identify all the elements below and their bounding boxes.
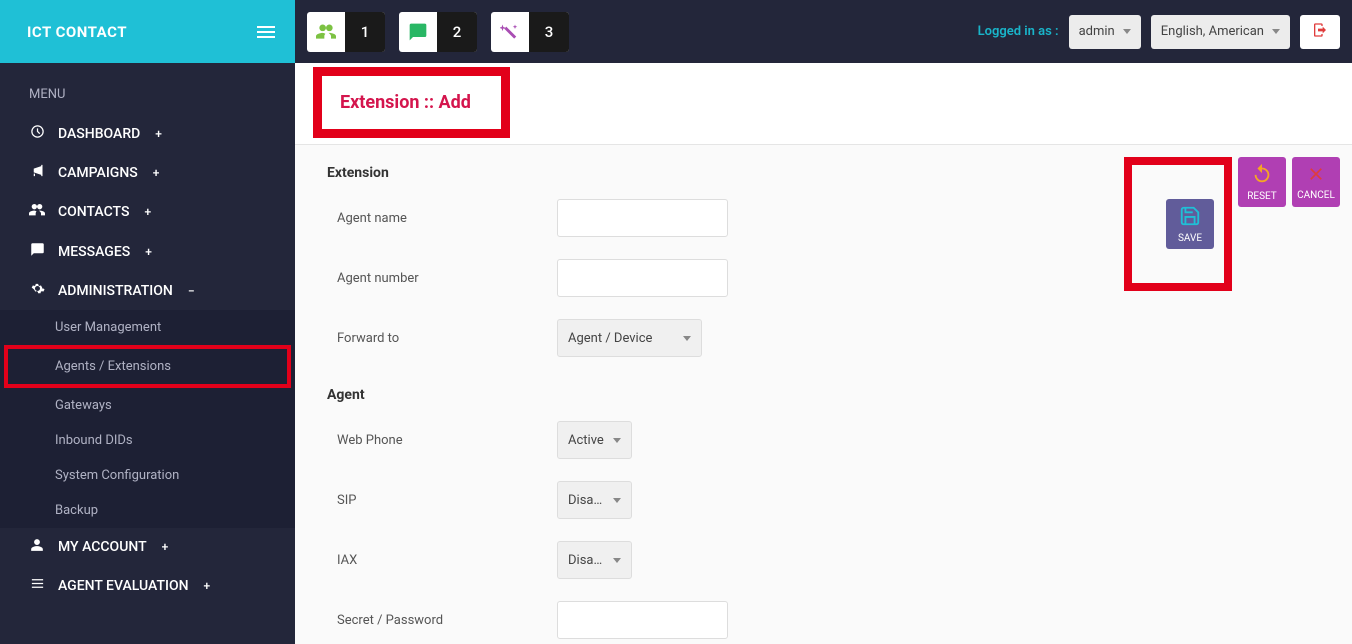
cogs-icon: [29, 281, 45, 300]
page-title: Extension :: Add: [322, 76, 501, 129]
stat-chat-count: 2: [437, 12, 477, 52]
plus-icon: +: [145, 245, 152, 259]
brand: ICT CONTACT: [0, 0, 295, 63]
select-iax-value: Disabled: [568, 553, 605, 568]
nav-campaigns-label: CAMPAIGNS: [58, 165, 138, 181]
plus-icon: +: [162, 540, 169, 554]
caret-down-icon: [613, 438, 621, 443]
label-web-phone: Web Phone: [327, 433, 557, 448]
save-icon: [1179, 205, 1201, 230]
nav-myaccount-label: MY ACCOUNT: [58, 539, 147, 555]
action-row: SAVE RESET CANCEL: [1124, 157, 1340, 291]
reset-button[interactable]: RESET: [1238, 157, 1286, 207]
select-forward-to[interactable]: Agent / Device: [557, 319, 702, 357]
nav-dashboard[interactable]: DASHBOARD +: [0, 114, 295, 153]
label-agent-number: Agent number: [327, 271, 557, 286]
select-sip[interactable]: Disabled: [557, 481, 632, 519]
nav-messages-label: MESSAGES: [58, 244, 130, 260]
user-select-value: admin: [1079, 24, 1115, 39]
minus-icon: −: [188, 284, 195, 298]
nav-contacts-label: CONTACTS: [58, 204, 129, 220]
input-agent-number[interactable]: [557, 259, 728, 297]
nav-administration[interactable]: ADMINISTRATION −: [0, 271, 295, 310]
section-agent: Agent: [327, 387, 1327, 403]
plus-icon: +: [144, 205, 151, 219]
chat-icon: [29, 242, 45, 261]
nav-agent-evaluation-label: AGENT EVALUATION: [58, 578, 189, 594]
users-icon: [307, 12, 345, 52]
user-icon: [29, 538, 45, 556]
page-title-highlight: Extension :: Add: [313, 67, 510, 138]
caret-down-icon: [613, 558, 621, 563]
content-card: SAVE RESET CANCEL: [295, 144, 1352, 644]
nav-messages[interactable]: MESSAGES +: [0, 232, 295, 271]
caret-down-icon: [1123, 29, 1131, 34]
save-button[interactable]: SAVE: [1166, 199, 1214, 249]
sidebar-item-agents-extensions[interactable]: Agents / Extensions: [8, 349, 287, 384]
stat-users[interactable]: 1: [307, 12, 385, 52]
select-forward-to-value: Agent / Device: [568, 331, 652, 346]
label-sip: SIP: [327, 493, 557, 508]
admin-submenu: User Management Agents / Extensions Gate…: [0, 310, 295, 528]
sidebar-item-system-configuration[interactable]: System Configuration: [0, 458, 295, 493]
label-secret: Secret / Password: [327, 613, 557, 628]
logged-in-label: Logged in as :: [978, 24, 1059, 39]
caret-down-icon: [683, 336, 691, 341]
nav-administration-label: ADMINISTRATION: [58, 283, 173, 299]
menu-heading: MENU: [0, 63, 295, 114]
select-web-phone-value: Active: [568, 433, 604, 448]
caret-down-icon: [1272, 29, 1280, 34]
stat-chat[interactable]: 2: [399, 12, 477, 52]
save-highlight: SAVE: [1124, 157, 1232, 291]
sidebar-item-backup[interactable]: Backup: [0, 493, 295, 528]
logout-icon: [1312, 22, 1328, 42]
caret-down-icon: [613, 498, 621, 503]
undo-icon: [1251, 163, 1273, 188]
nav-agent-evaluation[interactable]: AGENT EVALUATION +: [0, 566, 295, 605]
close-icon: [1306, 164, 1326, 187]
input-secret[interactable]: [557, 601, 728, 639]
menu-toggle-icon[interactable]: [257, 26, 275, 38]
sidebar-item-gateways[interactable]: Gateways: [0, 388, 295, 423]
stat-magic-count: 3: [529, 12, 569, 52]
label-agent-name: Agent name: [327, 211, 557, 226]
stat-magic[interactable]: 3: [491, 12, 569, 52]
nav-contacts[interactable]: CONTACTS +: [0, 192, 295, 232]
sidebar-item-user-management[interactable]: User Management: [0, 310, 295, 345]
language-select[interactable]: English, American: [1151, 15, 1290, 49]
sidebar: ICT CONTACT MENU DASHBOARD + CAMPAIGNS +: [0, 0, 295, 644]
select-sip-value: Disabled: [568, 493, 605, 508]
users-icon: [29, 202, 45, 222]
select-web-phone[interactable]: Active: [557, 421, 632, 459]
gauge-icon: [29, 124, 45, 143]
main-nav: DASHBOARD + CAMPAIGNS + CONTACTS +: [0, 114, 295, 605]
label-forward-to: Forward to: [327, 331, 557, 346]
logout-button[interactable]: [1300, 15, 1340, 49]
reset-label: RESET: [1247, 191, 1277, 202]
label-iax: IAX: [327, 553, 557, 568]
cancel-button[interactable]: CANCEL: [1292, 157, 1340, 207]
chat-icon: [399, 12, 437, 52]
save-label: SAVE: [1178, 233, 1202, 244]
nav-dashboard-label: DASHBOARD: [58, 126, 140, 142]
list-icon: [29, 576, 45, 595]
brand-title: ICT CONTACT: [27, 23, 127, 41]
page: Extension :: Add SAVE: [295, 63, 1352, 644]
input-agent-name[interactable]: [557, 199, 728, 237]
plus-icon: +: [204, 579, 211, 593]
bullhorn-icon: [29, 163, 45, 182]
plus-icon: +: [155, 127, 162, 141]
topbar: 1 2 3 Logged in as : admin: [295, 0, 1352, 63]
cancel-label: CANCEL: [1297, 190, 1335, 201]
user-select[interactable]: admin: [1069, 15, 1141, 49]
wand-icon: [491, 12, 529, 52]
select-iax[interactable]: Disabled: [557, 541, 632, 579]
nav-campaigns[interactable]: CAMPAIGNS +: [0, 153, 295, 192]
plus-icon: +: [153, 166, 160, 180]
nav-myaccount[interactable]: MY ACCOUNT +: [0, 528, 295, 566]
language-select-value: English, American: [1161, 24, 1264, 39]
stat-users-count: 1: [345, 12, 385, 52]
sidebar-item-inbound-dids[interactable]: Inbound DIDs: [0, 423, 295, 458]
